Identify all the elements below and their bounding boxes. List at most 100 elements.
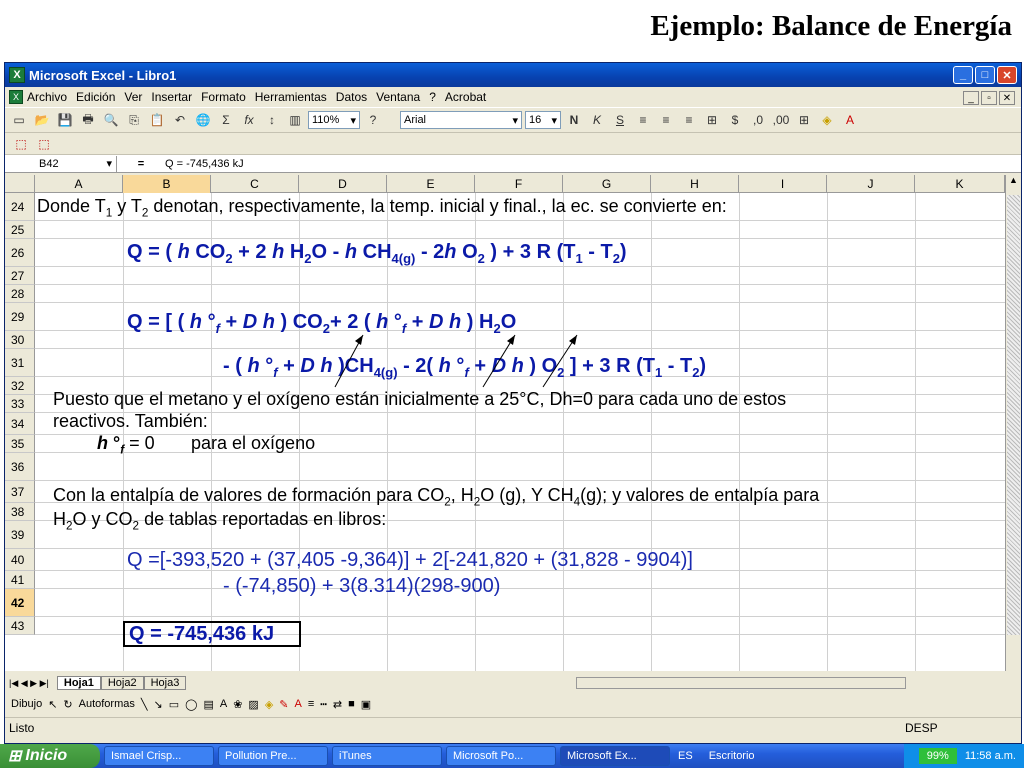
scroll-thumb[interactable] <box>1007 195 1020 635</box>
increase-decimal-icon[interactable]: ,0 <box>748 110 768 130</box>
line-color-icon[interactable]: ✎ <box>279 698 288 711</box>
paste-icon[interactable]: 📋 <box>147 110 167 130</box>
autoshapes-menu[interactable]: Autoformas <box>79 698 135 710</box>
align-right-icon[interactable]: ≡ <box>679 110 699 130</box>
draw-menu[interactable]: Dibujo <box>11 698 42 710</box>
decrease-decimal-icon[interactable]: ,00 <box>771 110 791 130</box>
line-style-icon[interactable]: ≡ <box>308 698 314 710</box>
copy-icon[interactable]: ⎘ <box>124 110 144 130</box>
chart-icon[interactable]: ▥ <box>285 110 305 130</box>
preview-icon[interactable]: 🔍 <box>101 110 121 130</box>
menu-herramientas[interactable]: Herramientas <box>255 90 327 104</box>
oval-icon[interactable]: ◯ <box>185 698 197 711</box>
horizontal-scrollbar[interactable] <box>576 677 907 689</box>
doc-close-button[interactable]: ✕ <box>999 91 1015 105</box>
dash-style-icon[interactable]: ┅ <box>320 698 327 711</box>
function-icon[interactable]: fx <box>239 110 259 130</box>
wordart-icon[interactable]: A <box>220 698 227 710</box>
clipart-icon[interactable]: ❀ <box>233 698 242 711</box>
worksheet-grid[interactable]: A B C D E F G H I J K 24 25 26 27 28 29 30 31 32… <box>5 175 1005 671</box>
sort-icon[interactable]: ↕ <box>262 110 282 130</box>
3d-icon[interactable]: ▣ <box>361 698 371 711</box>
arrow-style-icon[interactable]: ⇄ <box>333 698 342 711</box>
name-box[interactable]: B42 ▾ <box>5 155 117 172</box>
menu-formato[interactable]: Formato <box>201 90 246 104</box>
doc-restore-button[interactable]: ▫ <box>981 91 997 105</box>
fill-icon[interactable]: ◈ <box>265 698 273 711</box>
doc-icon[interactable]: X <box>9 90 23 104</box>
borders-icon[interactable]: ⊞ <box>794 110 814 130</box>
rotate-icon[interactable]: ↻ <box>63 698 72 711</box>
hf-zero-formula: h °f = 0 <box>97 433 155 457</box>
menu-acrobat[interactable]: Acrobat <box>445 90 486 104</box>
currency-icon[interactable]: $ <box>725 110 745 130</box>
menu-archivo[interactable]: Archivo <box>27 90 67 104</box>
new-icon[interactable]: ▭ <box>9 110 29 130</box>
text-row-34: para el oxígeno <box>191 433 316 453</box>
task-powerpoint[interactable]: Microsoft Po... <box>446 746 556 766</box>
image-icon[interactable]: ▨ <box>248 698 258 711</box>
font-color-icon[interactable]: A <box>840 110 860 130</box>
maximize-button[interactable]: □ <box>975 66 995 84</box>
italic-icon[interactable]: K <box>587 110 607 130</box>
menu-ventana[interactable]: Ventana <box>376 90 420 104</box>
vertical-scrollbar[interactable]: ▲ <box>1005 175 1021 671</box>
text-color-icon[interactable]: A <box>295 698 302 710</box>
shadow-icon[interactable]: ■ <box>348 698 355 710</box>
formula-input[interactable]: Q = -745,436 kJ <box>165 158 244 170</box>
merge-icon[interactable]: ⊞ <box>702 110 722 130</box>
menu-help[interactable]: ? <box>429 90 436 104</box>
sheet-tab-hoja3[interactable]: Hoja3 <box>143 676 187 690</box>
formula-bar: B42 ▾ = Q = -745,436 kJ <box>5 155 1021 173</box>
windows-logo-icon: ⊞ <box>8 748 22 765</box>
underline-icon[interactable]: S <box>610 110 630 130</box>
acrobat-toolbar: ⬚ ⬚ <box>5 133 1021 155</box>
menu-datos[interactable]: Datos <box>336 90 367 104</box>
undo-icon[interactable]: ↶ <box>170 110 190 130</box>
first-sheet-icon[interactable]: |◀ ◀ ▶ ▶| <box>9 678 49 689</box>
task-ismael[interactable]: Ismael Crisp... <box>104 746 214 766</box>
hyperlink-icon[interactable]: 🌐 <box>193 110 213 130</box>
language-indicator[interactable]: ES <box>678 750 693 762</box>
menu-edicion[interactable]: Edición <box>76 90 115 104</box>
equals-icon: = <box>137 157 145 170</box>
textbox-icon[interactable]: ▤ <box>203 698 213 711</box>
font-size-select[interactable]: 16 ▾ <box>525 111 561 129</box>
sheet-tab-hoja1[interactable]: Hoja1 <box>56 676 101 690</box>
minimize-button[interactable]: _ <box>953 66 973 84</box>
result-row-42: Q = -745,436 kJ <box>129 623 275 645</box>
doc-minimize-button[interactable]: _ <box>963 91 979 105</box>
desktop-toolbar[interactable]: Escritorio <box>709 750 755 762</box>
help-icon[interactable]: ? <box>363 110 383 130</box>
open-icon[interactable]: 📂 <box>32 110 52 130</box>
autosum-icon[interactable]: Σ <box>216 110 236 130</box>
equation-row-40: - (-74,850) + 3(8.314)(298-900) <box>223 575 501 597</box>
menu-ver[interactable]: Ver <box>124 90 142 104</box>
bold-icon[interactable]: N <box>564 110 584 130</box>
task-itunes[interactable]: iTunes <box>332 746 442 766</box>
close-button[interactable]: ✕ <box>997 66 1017 84</box>
battery-indicator[interactable]: 99% <box>918 748 957 764</box>
zoom-select[interactable]: 110% ▾ <box>308 111 360 129</box>
status-text: Listo <box>9 720 35 735</box>
start-button[interactable]: ⊞ Inicio <box>0 744 100 768</box>
line-icon[interactable]: ╲ <box>141 698 148 711</box>
align-left-icon[interactable]: ≡ <box>633 110 653 130</box>
sheet-tab-hoja2[interactable]: Hoja2 <box>100 676 144 690</box>
excel-icon: X <box>9 67 25 83</box>
scroll-up-icon[interactable]: ▲ <box>1006 175 1021 191</box>
text-row-36: Con la entalpía de valores de formación … <box>53 485 820 509</box>
font-select[interactable]: Arial ▾ <box>400 111 522 129</box>
pdf-mail-icon[interactable]: ⬚ <box>34 134 54 154</box>
align-center-icon[interactable]: ≡ <box>656 110 676 130</box>
task-pollution[interactable]: Pollution Pre... <box>218 746 328 766</box>
save-icon[interactable]: 💾 <box>55 110 75 130</box>
arrow-icon[interactable]: ↘ <box>154 698 163 711</box>
pdf-icon[interactable]: ⬚ <box>11 134 31 154</box>
print-icon[interactable]: 🖶 <box>78 110 98 130</box>
pointer-icon[interactable]: ↖ <box>48 698 57 711</box>
rectangle-icon[interactable]: ▭ <box>169 698 179 711</box>
menu-insertar[interactable]: Insertar <box>151 90 192 104</box>
fill-color-icon[interactable]: ◈ <box>817 110 837 130</box>
task-excel[interactable]: Microsoft Ex... <box>560 746 670 766</box>
